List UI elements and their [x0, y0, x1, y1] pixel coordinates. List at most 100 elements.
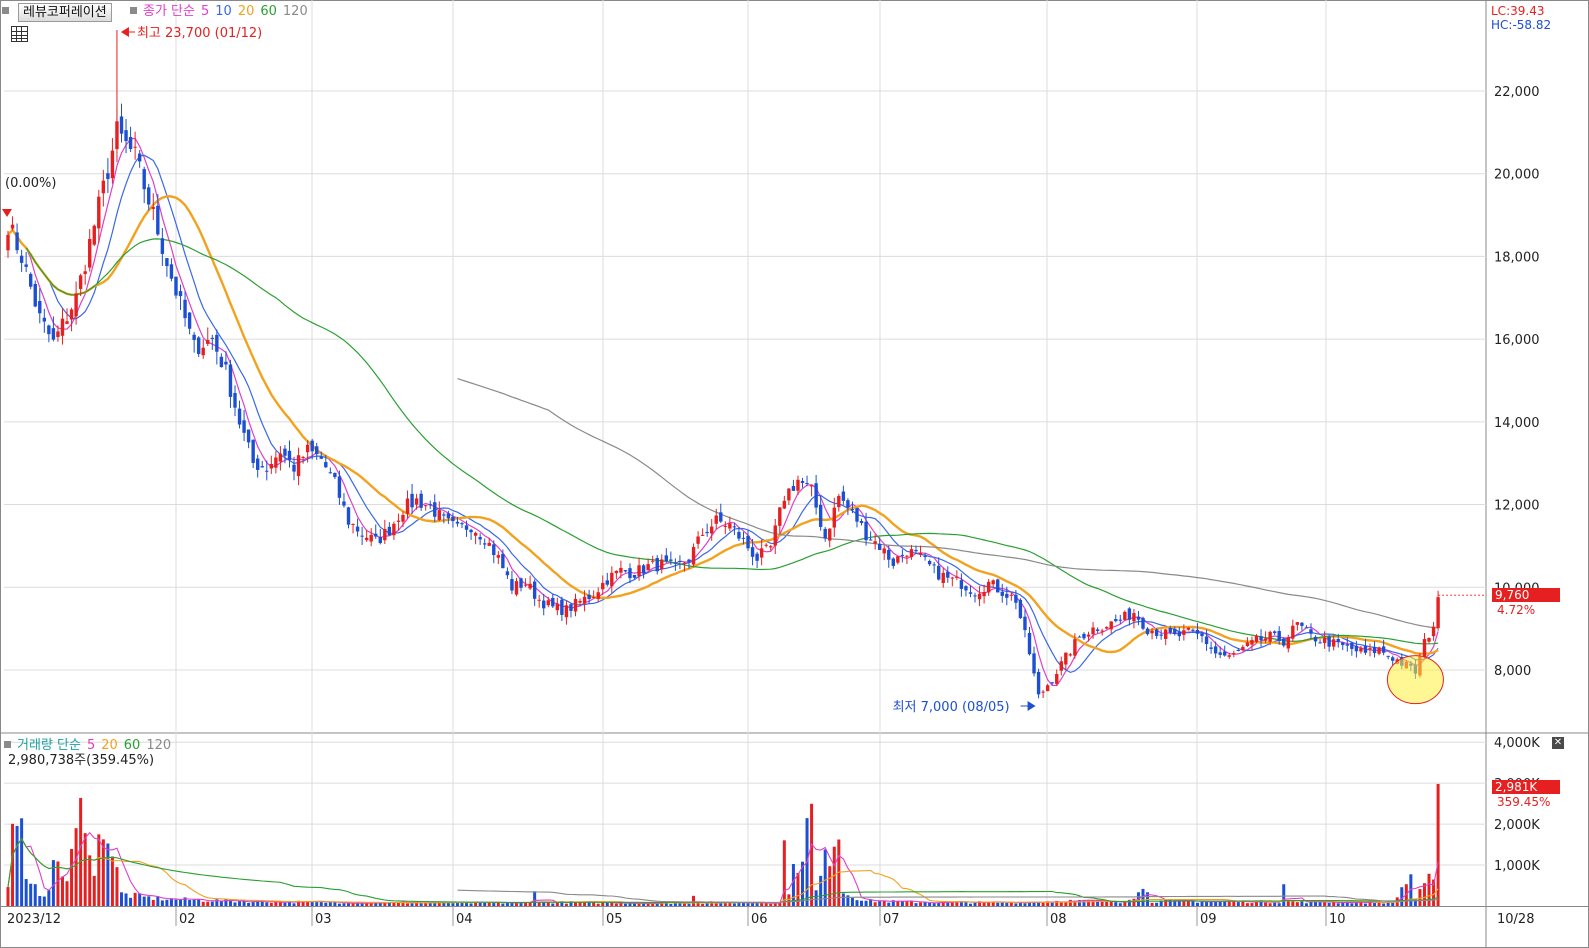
volume-bar: [238, 901, 242, 906]
candle-body: [732, 526, 737, 528]
vol-legend-ma120: 120: [146, 738, 172, 753]
volume-bar: [292, 903, 296, 906]
candle-body: [337, 476, 342, 498]
candle-body: [560, 599, 564, 615]
volume-bar: [782, 840, 786, 906]
candle-body: [301, 456, 305, 458]
candle-body: [773, 525, 777, 546]
candle-body: [1018, 599, 1023, 619]
candle-body: [841, 491, 846, 501]
candle-body: [1145, 628, 1150, 635]
candle-body: [374, 533, 378, 537]
candle-body: [296, 455, 301, 477]
candle-body: [1186, 627, 1191, 630]
candle-body: [496, 555, 501, 558]
candle-body: [932, 564, 936, 566]
candle-body: [78, 275, 83, 289]
candle-body: [982, 591, 986, 597]
volume-bar: [1427, 873, 1431, 906]
volume-bar: [219, 901, 223, 906]
volume-bar: [138, 893, 142, 906]
legend-square-icon: [4, 741, 11, 748]
x-tick-label: 10: [1329, 912, 1346, 927]
volume-bar: [1282, 884, 1286, 906]
volume-bar: [646, 903, 650, 906]
candle-body: [83, 271, 87, 274]
candle-body: [601, 583, 605, 590]
candle-body: [1209, 647, 1213, 649]
volume-bar: [383, 903, 387, 906]
candle-body: [791, 485, 796, 491]
volume-bar: [1064, 902, 1068, 906]
candle-body: [192, 334, 196, 340]
candle-body: [1109, 621, 1113, 630]
volume-bar: [841, 893, 845, 906]
volume-bar: [151, 899, 155, 906]
candle-body: [1322, 637, 1327, 643]
candle-body: [687, 559, 691, 562]
candle-body: [1073, 639, 1077, 656]
candle-body: [487, 542, 491, 546]
candle-body: [428, 504, 432, 506]
volume-bar: [528, 902, 532, 906]
candle-body: [1123, 611, 1127, 620]
candle-body: [660, 559, 664, 570]
volume-bar: [333, 902, 337, 906]
candle-body: [1132, 613, 1136, 622]
close-pane-icon[interactable]: ✕: [1552, 737, 1564, 749]
volume-bar: [551, 903, 555, 906]
volume-bar: [1186, 901, 1190, 906]
candle-body: [1159, 634, 1163, 636]
candle-body: [60, 318, 65, 336]
candle-body: [1068, 654, 1073, 656]
candle-body: [128, 137, 133, 149]
candle-body: [433, 502, 437, 517]
volume-bar: [823, 849, 827, 906]
volume-bar: [1114, 902, 1118, 906]
candle-body: [909, 549, 914, 558]
hc-indicator: HC:-58.82: [1491, 18, 1552, 32]
candle-body: [1341, 642, 1345, 646]
price-tick-label: 22,000: [1494, 85, 1540, 100]
candle-body: [1095, 629, 1100, 631]
price-tick-label: 18,000: [1494, 250, 1540, 265]
candle-body: [619, 567, 623, 573]
candle-body: [823, 528, 827, 539]
candle-body: [1064, 652, 1068, 665]
volume-bar: [878, 901, 882, 906]
candle-body: [396, 520, 401, 522]
volume-bar: [692, 895, 696, 906]
candle-body: [1100, 630, 1104, 632]
ma60-line: [25, 238, 1439, 645]
candle-body: [1204, 636, 1209, 645]
volume-bar: [315, 901, 319, 906]
candle-body: [655, 558, 659, 572]
candle-body: [1372, 647, 1377, 654]
volume-bar: [165, 899, 169, 906]
candle-body: [1164, 629, 1168, 639]
candle-body: [1286, 637, 1290, 649]
candle-body: [142, 169, 146, 190]
volume-bar: [1195, 902, 1199, 906]
price-volume-chart[interactable]: 8,00010,00012,00014,00016,00018,00020,00…: [0, 0, 1589, 948]
candle-body: [310, 440, 314, 452]
candle-body: [455, 521, 460, 524]
volume-bar: [328, 901, 332, 906]
candle-body: [1304, 627, 1309, 629]
volume-bar: [342, 903, 346, 906]
ma20-line: [7, 195, 1439, 655]
volume-bar: [451, 903, 455, 906]
candle-body: [1059, 661, 1063, 671]
stock-name-button[interactable]: 레뷰코퍼레이션: [18, 3, 112, 22]
candle-body: [1041, 691, 1045, 693]
volume-bar: [746, 903, 750, 906]
candle-body: [88, 238, 92, 268]
volume-bar: [673, 903, 677, 906]
candle-body: [328, 472, 333, 474]
candle-body: [1309, 629, 1313, 634]
candle-body: [1368, 648, 1372, 650]
volume-bar: [406, 903, 410, 906]
volume-bar: [351, 903, 355, 906]
data-table-icon[interactable]: [11, 26, 28, 42]
price-tick-label: 14,000: [1494, 416, 1540, 431]
